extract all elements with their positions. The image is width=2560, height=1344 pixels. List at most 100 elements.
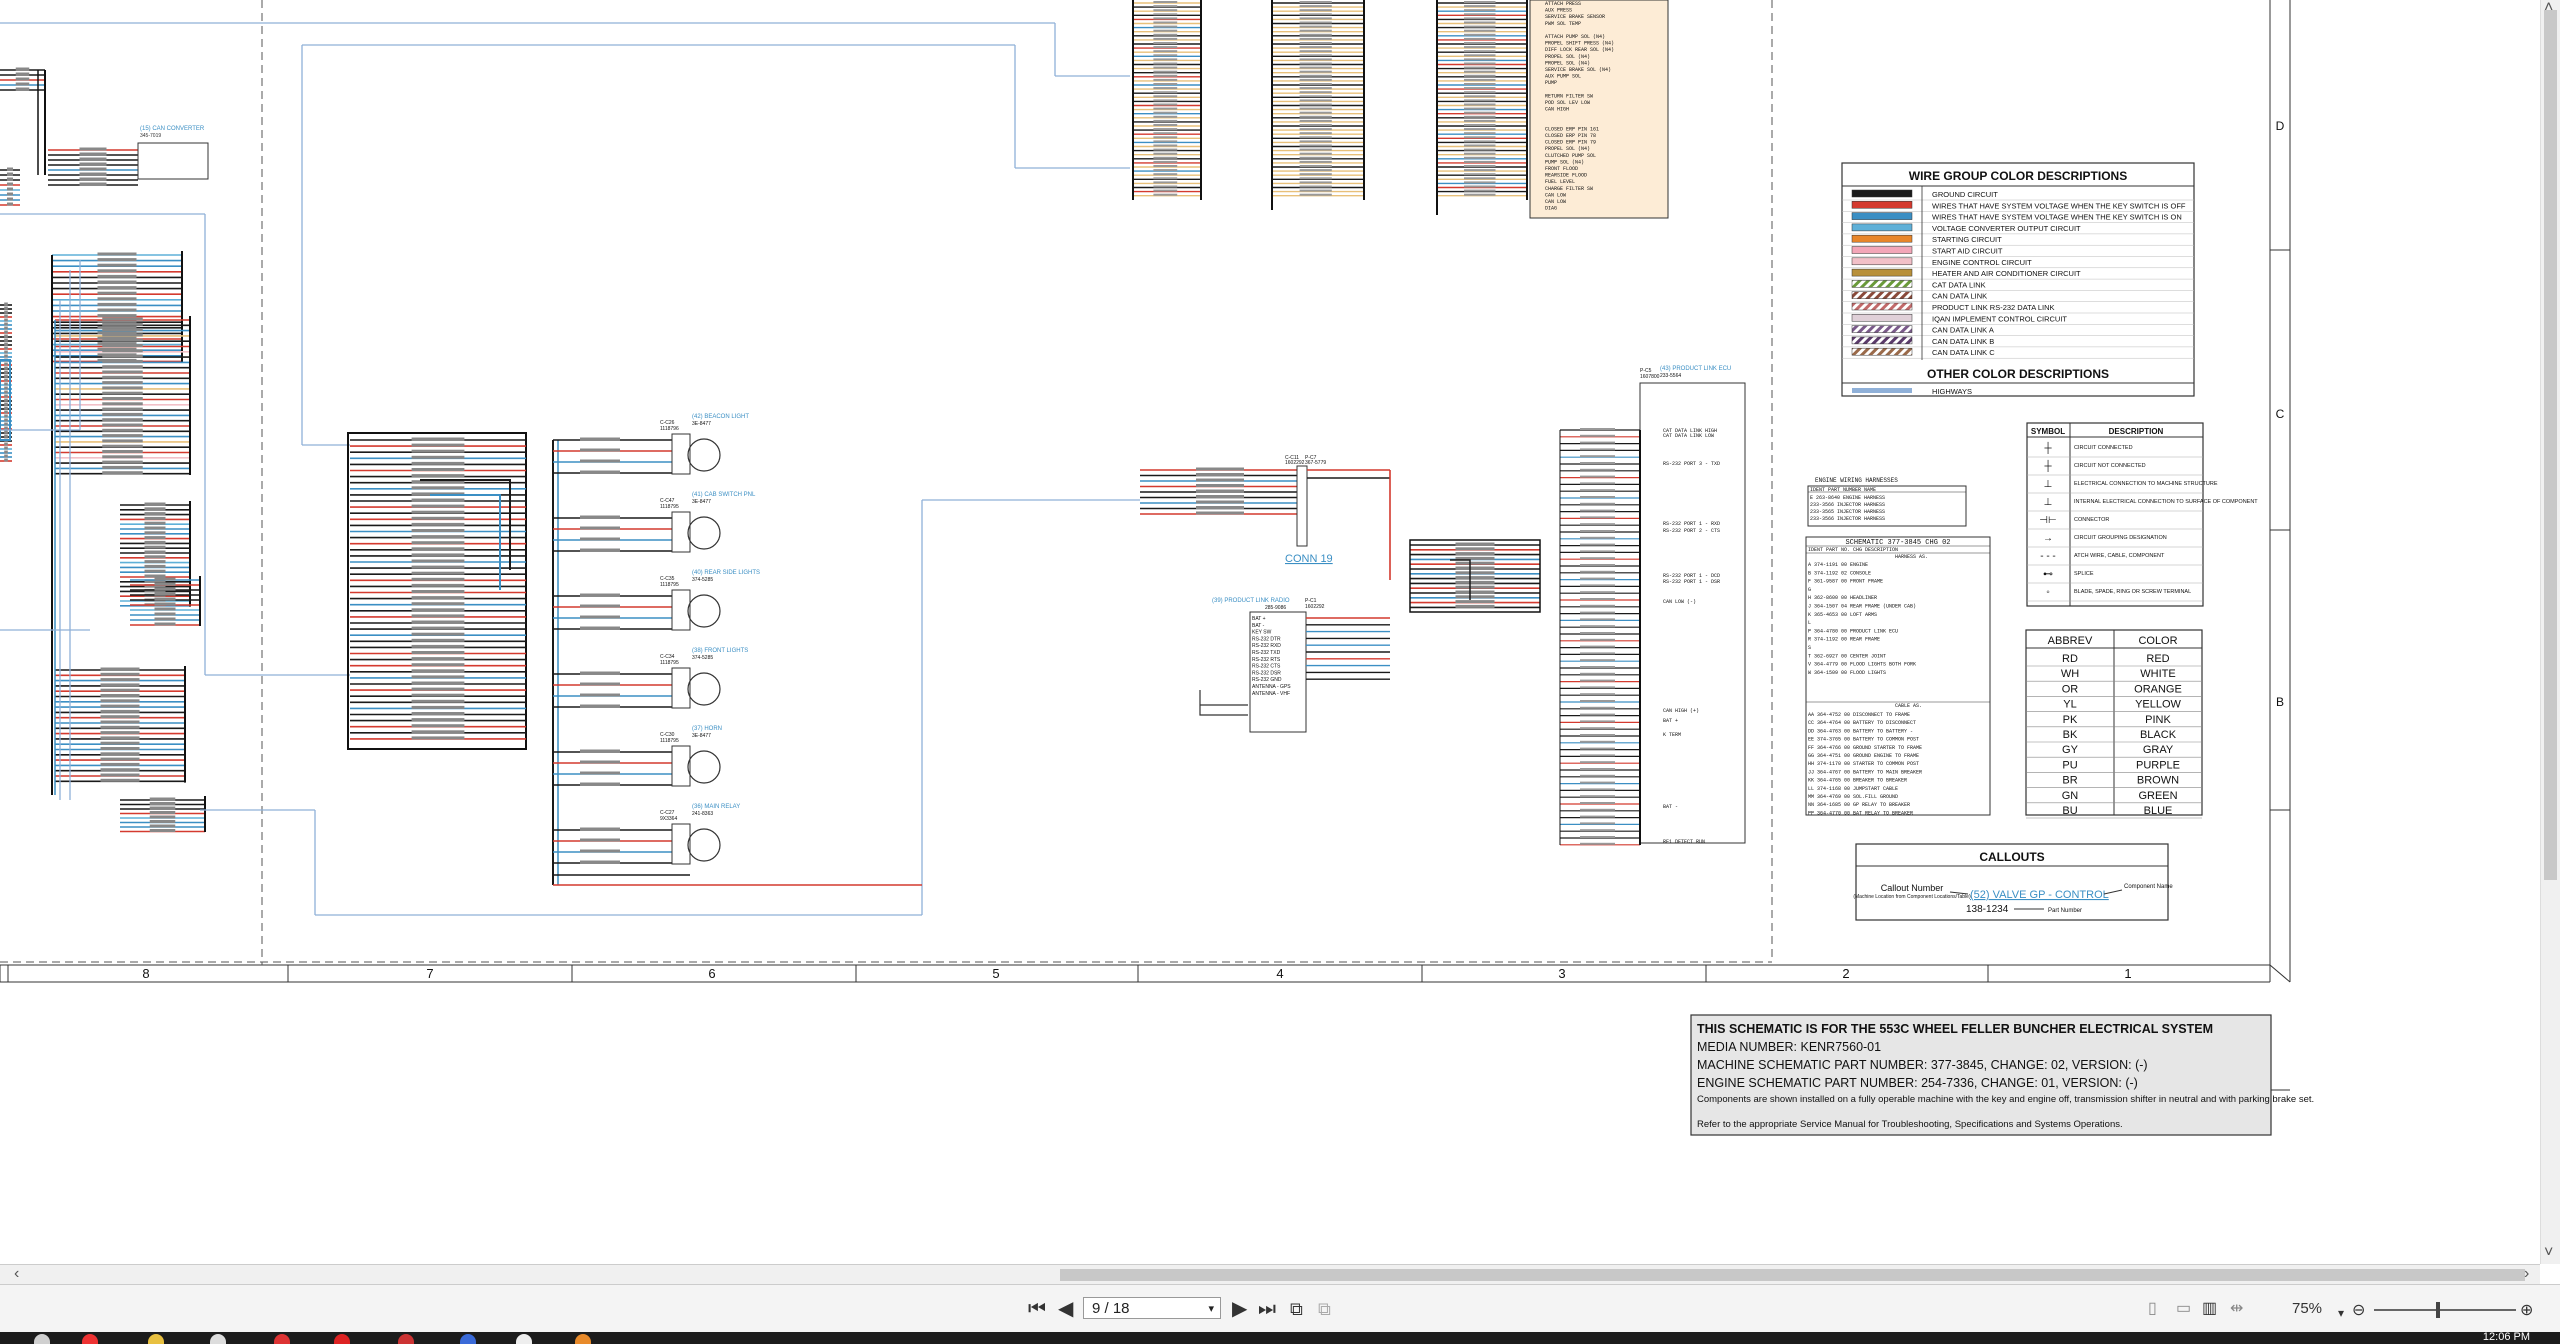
wire-label [1299,148,1332,151]
wire-label [154,617,176,621]
wire-label [1580,652,1615,655]
product-link-radio-link[interactable]: (39) PRODUCT LINK RADIO [1212,598,1290,604]
ecu-pin-label: CAN LOW (-) [1663,599,1696,605]
last-page-icon[interactable]: ⏭ [1258,1298,1276,1320]
light-part-number: 3E-8477 [692,499,711,505]
wire-label [1153,46,1178,49]
wire-label [1299,37,1332,40]
rotate-view-icon[interactable]: ⇹ [2230,1298,2243,1320]
light-connector-pn: 1118795 [660,582,679,588]
wire-label [144,545,166,549]
wire-label [154,622,176,626]
scroll-down-icon[interactable]: ˅ [2544,1245,2553,1261]
wire-label [102,397,143,400]
wire-label [7,172,13,176]
radio-pin-label: RS-232 GND [1252,677,1282,683]
app-white-icon[interactable] [516,1334,532,1344]
horizontal-scroll-thumb[interactable] [1060,1269,2525,1281]
wire-label [411,644,465,648]
pdf-icon[interactable] [334,1334,350,1344]
wire-group-swatch [1851,189,1913,198]
wire-label [102,460,143,464]
conn19-connector [1296,465,1308,547]
wire-label [1153,115,1178,118]
folder-icon[interactable] [148,1334,164,1344]
wire-label [1153,50,1178,53]
wire-label [1196,495,1244,498]
schematic-canvas[interactable]: 8 7 6 5 4 3 2 1 D C B (15) CAN CONVERTER 345-7019 (42… [0,0,2540,1264]
engine-harness-title: ENGINE WIRING HARNESSES [1815,477,1898,484]
wire-label [1580,468,1615,471]
previous-page-icon[interactable]: ◀ [1058,1298,1073,1320]
light-link[interactable]: (38) FRONT LIGHTS [692,648,748,654]
first-page-icon[interactable]: ⏮ [1028,1298,1046,1320]
abbrev-code: BU [2062,805,2077,817]
zoom-dropdown-icon[interactable]: ▾ [2338,1302,2344,1324]
wire-label [411,437,465,441]
wire-label [7,182,13,186]
zoom-slider-handle[interactable] [2436,1302,2440,1318]
ecm-pin-label: AUX PRESS [1545,8,1572,14]
cable-row: GG 364-4751 00 GROUND ENGINE TO FRAME [1808,753,1919,759]
page-dropdown-icon[interactable]: ▾ [1208,1298,1214,1320]
vertical-scrollbar[interactable]: ˄ ˅ [2540,0,2560,1264]
ecu-pin-label: RS-232 PORT 1 - RXD [1663,521,1720,527]
viewer-app-icon[interactable] [575,1334,591,1344]
callout-example-link[interactable]: (52) VALVE GP - CONTROL [1970,889,2109,901]
wire-group-swatch [1851,291,1913,299]
continuous-view-icon[interactable]: ▭ [2176,1298,2191,1320]
color-header: COLOR [2138,635,2177,647]
fit-page-icon[interactable]: ⧉ [1290,1298,1303,1320]
wire-label [154,597,176,601]
vertical-scroll-thumb[interactable] [2544,10,2557,880]
wire-label [1580,516,1615,519]
scroll-left-icon[interactable]: ‹ [14,1266,19,1282]
wire-label [411,547,465,551]
zoom-out-icon[interactable]: ⊖ [2352,1300,2365,1322]
app-icon[interactable] [398,1334,414,1344]
ecu-pin-label: CAT DATA LINK LOW [1663,433,1714,439]
app-red-icon[interactable] [274,1334,290,1344]
callouts-title: CALLOUTS [1979,850,2044,864]
two-page-view-icon[interactable]: ▥ [2202,1298,2217,1320]
wire-label [1299,189,1332,192]
callout-number-label: Callout Number [1881,883,1944,893]
document-icon[interactable] [210,1334,226,1344]
browser-icon[interactable] [460,1334,476,1344]
scroll-right-icon[interactable]: › [2524,1266,2529,1282]
wire-label [79,167,107,171]
abbrev-color: GRAY [2143,744,2174,756]
wire-label [4,394,8,398]
light-link[interactable]: (42) BEACON LIGHT [692,414,749,420]
wire-group-swatch [1851,314,1913,322]
can-converter-label[interactable]: (15) CAN CONVERTER [140,126,205,132]
zoom-in-icon[interactable]: ⊕ [2520,1300,2533,1322]
light-link[interactable]: (36) MAIN RELAY [692,804,740,810]
next-page-icon[interactable]: ▶ [1232,1298,1247,1320]
single-page-view-icon[interactable]: ▯ [2148,1298,2157,1320]
fit-width-icon[interactable]: ⧉ [1318,1298,1331,1320]
grid-column-label: 6 [708,966,715,981]
light-symbol [687,438,721,472]
product-link-ecu-link[interactable]: (43) PRODUCT LINK ECU [1660,366,1731,372]
zoom-level[interactable]: 75% [2292,1300,2322,1317]
horizontal-scrollbar[interactable]: ‹ › [0,1264,2540,1285]
wire-label [1464,78,1496,81]
conn19-link[interactable]: CONN 19 [1285,553,1333,565]
title-heading: THIS SCHEMATIC IS FOR THE 553C WHEEL FEL… [1697,1022,2213,1036]
chrome-icon[interactable] [82,1334,98,1344]
light-link[interactable]: (40) REAR SIDE LIGHTS [692,570,760,576]
light-link[interactable]: (37) HORN [692,726,722,732]
zoom-slider[interactable] [2374,1302,2516,1318]
wire-label [1580,489,1615,492]
page-number-input[interactable]: 9 / 18 ▾ [1083,1297,1221,1319]
cable-row: EE 374-3765 00 BATTERY TO COMMON POST [1808,737,1919,743]
start-icon[interactable] [34,1334,50,1344]
radio-pin-label: BAT + [1252,616,1266,622]
light-link[interactable]: (41) CAB SWITCH PNL [692,492,756,498]
wire-label [1580,455,1615,458]
wire-label [4,454,8,458]
wire-label [1580,523,1615,526]
wire-label [1580,604,1615,607]
wire-label [1299,62,1332,65]
